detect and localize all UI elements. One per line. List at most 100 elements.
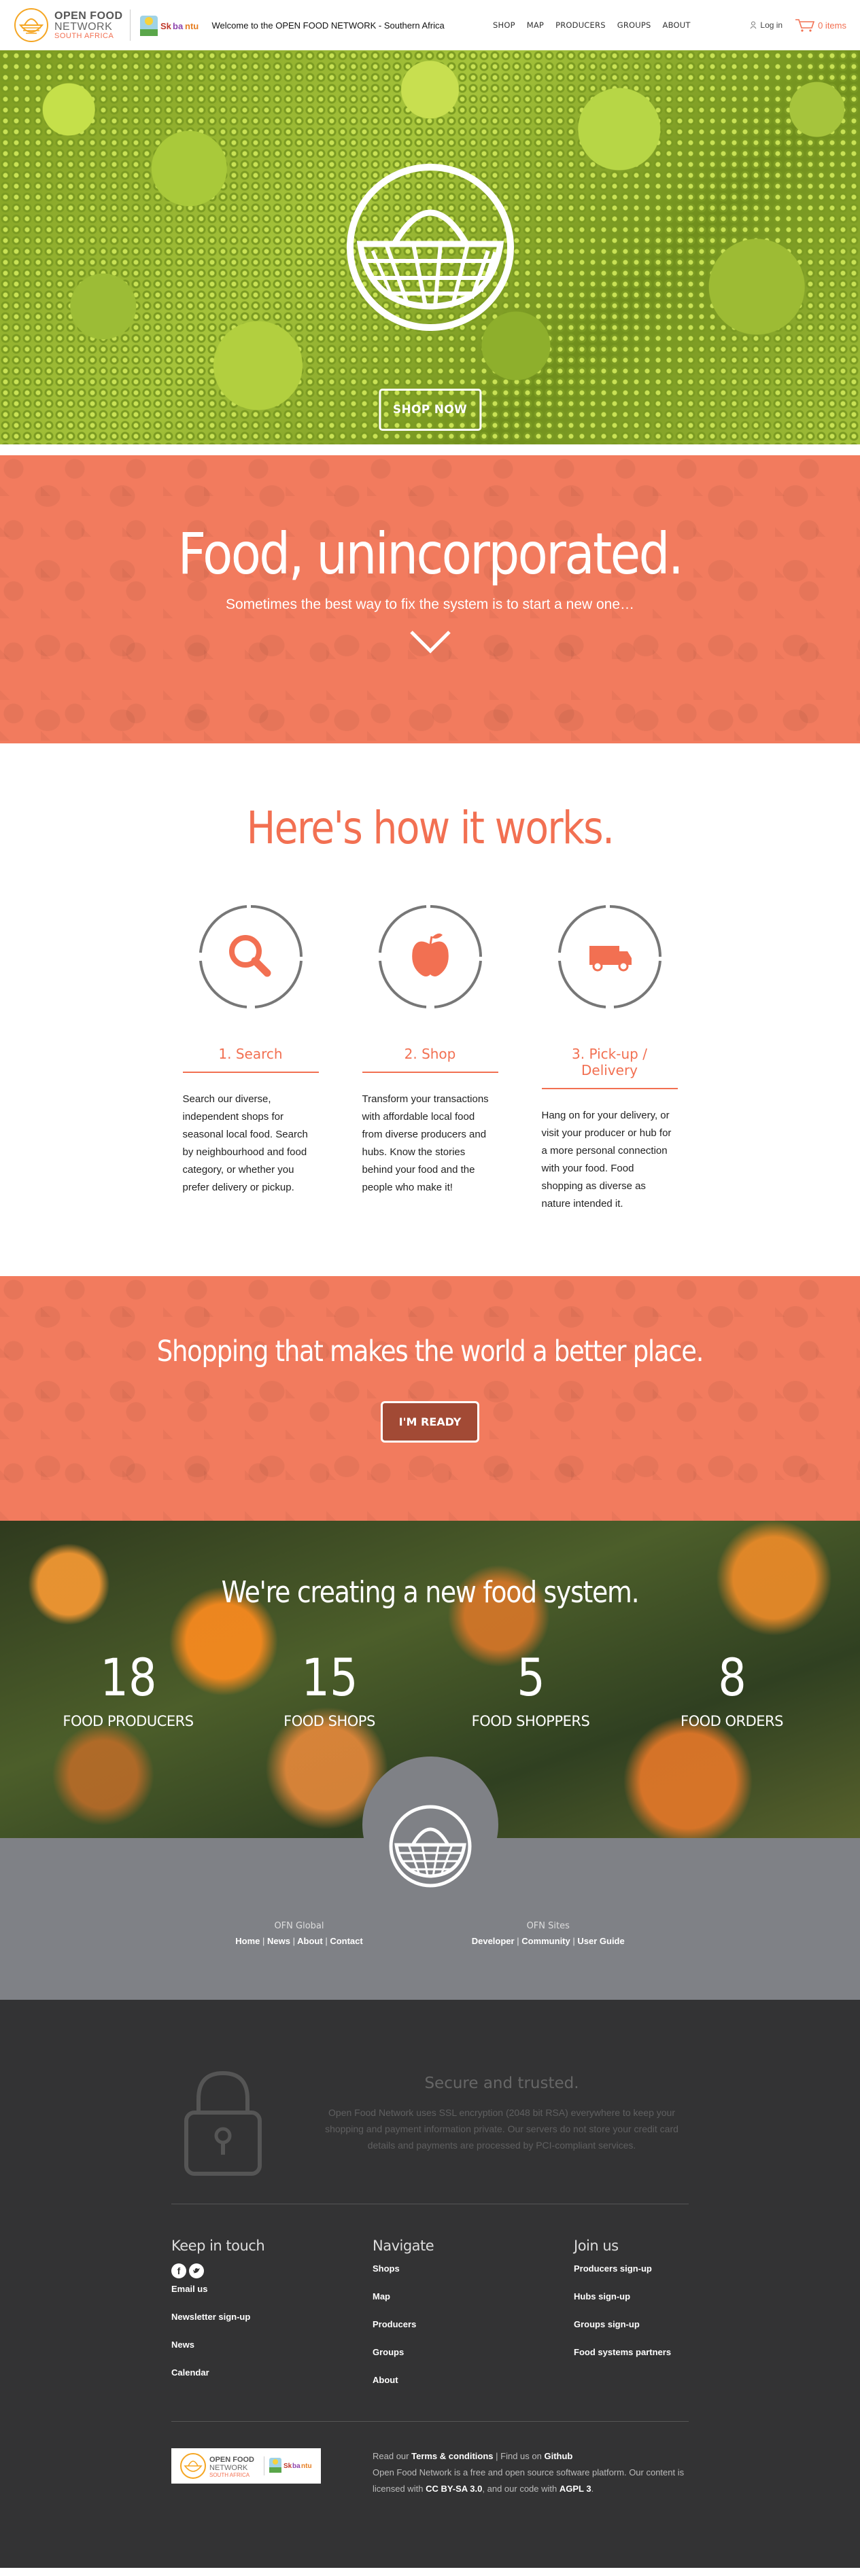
logo-text: OPEN FOOD NETWORK SOUTH AFRICA (54, 10, 123, 40)
footer-legal: Read our Terms & conditions | Find us on… (373, 2448, 692, 2497)
basket-icon (389, 1805, 471, 1888)
intro-subtitle: Sometimes the best way to fix the system… (225, 597, 635, 612)
step-title: 1. Search (182, 1046, 319, 1073)
intro-band: Food, unincorporated. Sometimes the best… (0, 455, 860, 743)
shop-now-button[interactable]: SHOP NOW (378, 389, 482, 431)
read-our-text: Read our (373, 2451, 409, 2461)
link-about[interactable]: About (297, 1936, 323, 1946)
github-link[interactable]: Github (544, 2451, 572, 2461)
site-header: OPEN FOOD NETWORK SOUTH AFRICA Sk ba ntu… (0, 0, 860, 50)
navigate-column: Navigate Shops Map Producers Groups Abou… (373, 2238, 574, 2403)
news-link[interactable]: News (171, 2340, 373, 2350)
lock-icon (184, 2070, 262, 2176)
logo-divider (129, 10, 131, 41)
step-delivery: 3. Pick-up / Delivery Hang on for your d… (541, 904, 678, 1213)
ofn-logo[interactable]: OPEN FOOD NETWORK SOUTH AFRICA (14, 7, 123, 43)
hero-banner: SHOP NOW (0, 50, 860, 444)
link-separator: | (262, 1936, 265, 1946)
ofn-global-title: OFN Global (274, 1921, 324, 1931)
step-text: Hang on for your delivery, or visit your… (541, 1110, 672, 1210)
stat-value: 18 (99, 1647, 157, 1708)
footer-map-link[interactable]: Map (373, 2291, 574, 2301)
svg-text:NETWORK: NETWORK (209, 2464, 248, 2472)
basket-icon (346, 164, 514, 331)
join-us-title: Join us (574, 2238, 619, 2254)
svg-text:SOUTH AFRICA: SOUTH AFRICA (209, 2472, 250, 2478)
login-label: Log in (760, 20, 783, 30)
legal-separator: | (496, 2451, 498, 2461)
stat-label: FOOD SHOPS (283, 1713, 375, 1729)
ofn-sites-links: Developer | Community | User Guide (472, 1936, 625, 1946)
step-text: Transform your transactions with afforda… (362, 1093, 489, 1193)
truck-icon (557, 905, 661, 1008)
stat-shops: 15 FOOD SHOPS (229, 1652, 430, 1730)
login-link[interactable]: Log in (750, 20, 782, 30)
chevron-down-icon[interactable] (409, 628, 452, 655)
join-us-column: Join us Producers sign-up Hubs sign-up G… (574, 2238, 775, 2403)
link-separator: | (325, 1936, 328, 1946)
ofn-global-column: OFN Global Home | News | About | Contact (235, 1921, 362, 1946)
link-contact[interactable]: Contact (330, 1936, 362, 1946)
groups-signup-link[interactable]: Groups sign-up (574, 2319, 775, 2329)
stat-shoppers: 5 FOOD SHOPPERS (430, 1652, 632, 1730)
email-us-link[interactable]: Email us (171, 2284, 373, 2294)
footer-about-link[interactable]: About (373, 2375, 574, 2385)
ofn-sites-title: OFN Sites (526, 1921, 570, 1931)
find-us-text: Find us on (500, 2451, 542, 2461)
nav-producers[interactable]: PRODUCERS (555, 20, 606, 30)
keep-in-touch-column: Keep in touch f Email us Newsletter sign… (171, 2238, 373, 2403)
producers-signup-link[interactable]: Producers sign-up (574, 2263, 775, 2274)
svg-text:ba: ba (292, 2463, 300, 2470)
nav-shop[interactable]: SHOP (493, 20, 515, 30)
global-footer: OFN Global Home | News | About | Contact… (0, 1805, 860, 2000)
footer-producers-link[interactable]: Producers (373, 2319, 574, 2329)
terms-link[interactable]: Terms & conditions (411, 2451, 493, 2461)
intro-title: Food, unincorporated. (177, 521, 684, 587)
link-separator: | (572, 1936, 575, 1946)
cc-license-link[interactable]: CC BY-SA 3.0 (426, 2484, 482, 2494)
logo-line-3: SOUTH AFRICA (54, 31, 114, 40)
footer-logo[interactable]: OPEN FOOD NETWORK SOUTH AFRICA Sk ba ntu (171, 2448, 321, 2484)
step-title: 3. Pick-up / Delivery (541, 1046, 678, 1089)
facebook-icon[interactable]: f (171, 2263, 186, 2278)
calendar-link[interactable]: Calendar (171, 2367, 373, 2378)
nav-about[interactable]: ABOUT (663, 20, 691, 30)
footer-groups-link[interactable]: Groups (373, 2347, 574, 2357)
stat-value: 8 (717, 1647, 746, 1708)
link-home[interactable]: Home (235, 1936, 260, 1946)
twitter-icon[interactable] (189, 2263, 204, 2278)
link-developer[interactable]: Developer (472, 1936, 515, 1946)
header-actions: Log in 0 items (750, 18, 846, 32)
search-icon (199, 905, 303, 1008)
keep-in-touch-title: Keep in touch (171, 2238, 265, 2254)
step-title: 2. Shop (362, 1046, 498, 1073)
im-ready-button[interactable]: I'M READY (380, 1401, 480, 1443)
agpl-link[interactable]: AGPL 3 (560, 2484, 591, 2494)
hubs-signup-link[interactable]: Hubs sign-up (574, 2291, 775, 2301)
south-africa-partner-logo: Sk ba ntu (139, 16, 199, 36)
stat-producers: 18 FOOD PRODUCERS (28, 1647, 229, 1730)
nav-groups[interactable]: GROUPS (617, 20, 651, 30)
license-text-2: , and our code with (482, 2484, 557, 2494)
stat-label: FOOD ORDERS (681, 1713, 783, 1729)
license-period: . (591, 2484, 594, 2494)
logo-line-2: NETWORK (54, 20, 113, 33)
svg-text:OPEN FOOD: OPEN FOOD (209, 2456, 254, 2464)
link-news[interactable]: News (267, 1936, 290, 1946)
link-separator: | (517, 1936, 519, 1946)
food-systems-partners-link[interactable]: Food systems partners (574, 2347, 775, 2357)
link-user-guide[interactable]: User Guide (577, 1936, 624, 1946)
svg-text:ntu: ntu (185, 21, 199, 31)
nav-map[interactable]: MAP (527, 20, 544, 30)
ofn-sa-logo: OPEN FOOD NETWORK SOUTH AFRICA Sk ba ntu (180, 2453, 312, 2479)
secure-body: Open Food Network uses SSL encryption (2… (325, 2107, 678, 2151)
welcome-text: Welcome to the OPEN FOOD NETWORK - South… (211, 20, 445, 31)
stat-orders: 8 FOOD ORDERS (632, 1647, 833, 1730)
ofn-sites-column: OFN Sites Developer | Community | User G… (472, 1921, 625, 1946)
main-nav: SHOP MAP PRODUCERS GROUPS ABOUT (493, 20, 691, 30)
newsletter-link[interactable]: Newsletter sign-up (171, 2312, 373, 2322)
footer-shops-link[interactable]: Shops (373, 2263, 574, 2274)
site-footer: Secure and trusted. Open Food Network us… (0, 2000, 860, 2568)
link-community[interactable]: Community (521, 1936, 570, 1946)
cart-link[interactable]: 0 items (795, 18, 846, 32)
